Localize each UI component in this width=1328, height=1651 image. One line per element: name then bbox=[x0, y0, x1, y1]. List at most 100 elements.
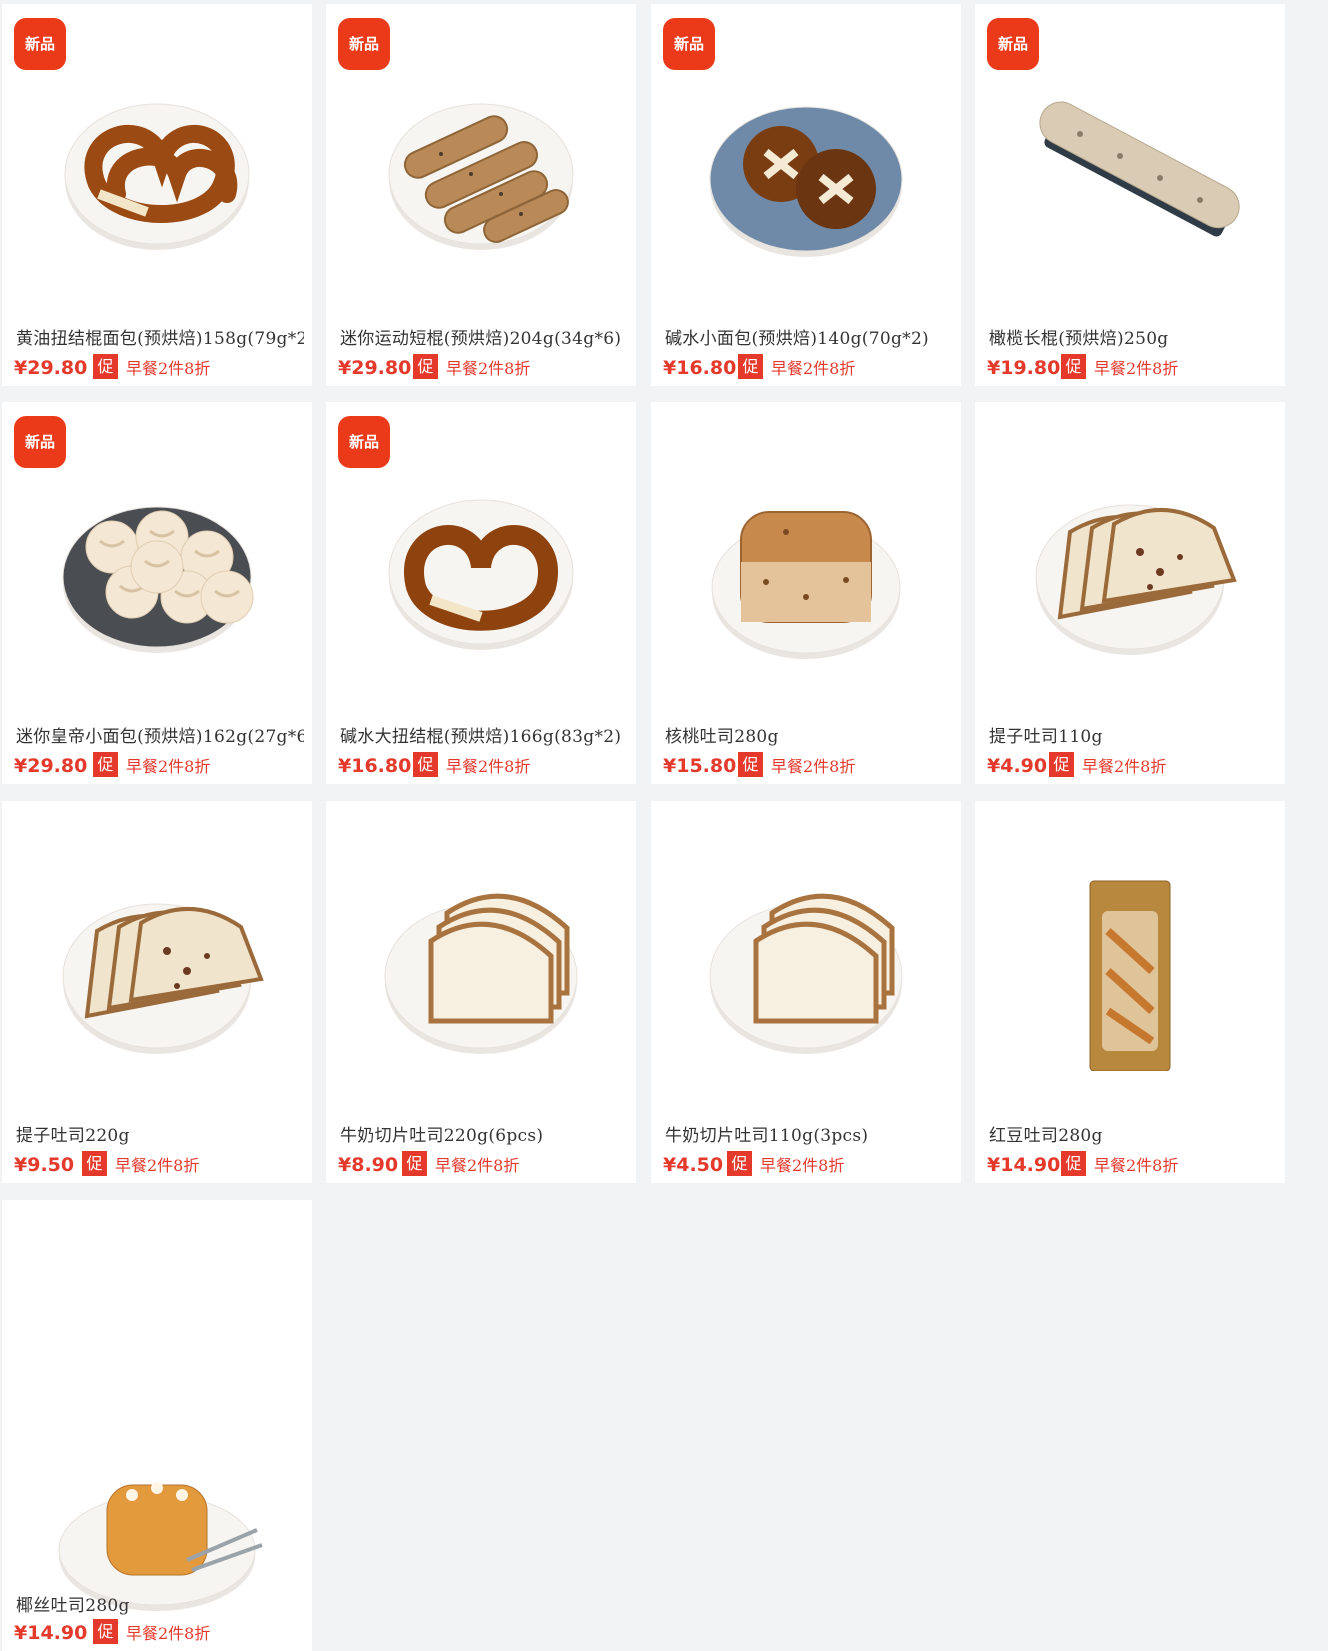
promo-tag: 促 bbox=[93, 752, 118, 777]
promo-tag: 促 bbox=[413, 752, 438, 777]
product-image[interactable] bbox=[975, 861, 1285, 1081]
product-price: ¥8.90 bbox=[338, 1154, 399, 1176]
promo-text: 早餐2件8折 bbox=[1082, 756, 1167, 776]
promo-info: 促早餐2件8折 bbox=[93, 354, 210, 379]
promo-tag: 促 bbox=[738, 752, 763, 777]
product-title[interactable]: 迷你皇帝小面包(预烘焙)162g(27g*6) bbox=[16, 722, 304, 747]
promo-info: 促早餐2件8折 bbox=[738, 752, 855, 777]
product-price: ¥14.90 bbox=[987, 1154, 1061, 1176]
product-card[interactable]: 新品 橄榄长棍(预烘焙)250g ¥19.80 促早餐2件8折 bbox=[975, 4, 1285, 386]
product-card[interactable]: 红豆吐司280g ¥14.90 促早餐2件8折 bbox=[975, 801, 1285, 1183]
product-image[interactable] bbox=[651, 861, 961, 1081]
product-image[interactable] bbox=[651, 64, 961, 284]
promo-info: 促早餐2件8折 bbox=[727, 1151, 844, 1176]
new-badge: 新品 bbox=[338, 18, 390, 70]
product-card[interactable]: 新品 黄油扭结棍面包(预烘焙)158g(79g*2) ¥29.80 促早餐2件8折 bbox=[2, 4, 312, 386]
promo-info: 促早餐2件8折 bbox=[738, 354, 855, 379]
promo-info: 促早餐2件8折 bbox=[1061, 354, 1178, 379]
promo-text: 早餐2件8折 bbox=[126, 1623, 211, 1643]
product-title[interactable]: 牛奶切片吐司220g(6pcs) bbox=[340, 1121, 628, 1146]
product-image[interactable] bbox=[326, 64, 636, 284]
product-image[interactable] bbox=[2, 861, 312, 1081]
promo-info: 促早餐2件8折 bbox=[1049, 752, 1166, 777]
promo-text: 早餐2件8折 bbox=[115, 1155, 200, 1175]
promo-info: 促早餐2件8折 bbox=[93, 752, 210, 777]
milk-slices-image bbox=[384, 893, 578, 1054]
promo-tag: 促 bbox=[413, 354, 438, 379]
product-card[interactable]: 新品 迷你运动短棍(预烘焙)204g(34g*6) ¥29.80 促早餐2件8折 bbox=[326, 4, 636, 386]
product-price: ¥29.80 bbox=[338, 357, 412, 379]
promo-tag: 促 bbox=[1049, 752, 1074, 777]
lye-rolls-image bbox=[709, 106, 903, 257]
promo-info: 促早餐2件8折 bbox=[413, 354, 530, 379]
promo-text: 早餐2件8折 bbox=[126, 358, 211, 378]
product-price: ¥16.80 bbox=[663, 357, 737, 379]
promo-info: 促早餐2件8折 bbox=[1061, 1151, 1178, 1176]
product-card[interactable]: 椰丝吐司280g ¥14.90 促早餐2件8折 bbox=[2, 1200, 312, 1651]
promo-text: 早餐2件8折 bbox=[446, 358, 531, 378]
new-badge: 新品 bbox=[987, 18, 1039, 70]
raisin-slices-image bbox=[62, 903, 264, 1054]
product-title[interactable]: 核桃吐司280g bbox=[665, 722, 953, 747]
promo-info: 促早餐2件8折 bbox=[93, 1619, 210, 1644]
product-price: ¥4.50 bbox=[663, 1154, 724, 1176]
pretzel-pair-image bbox=[64, 103, 250, 250]
product-card[interactable]: 新品 碱水小面包(预烘焙)140g(70g*2) ¥16.80 促早餐2件8折 bbox=[651, 4, 961, 386]
promo-info: 促早餐2件8折 bbox=[82, 1151, 199, 1176]
product-title[interactable]: 碱水大扭结棍(预烘焙)166g(83g*2) bbox=[340, 722, 628, 747]
olive-baguette-image bbox=[1039, 101, 1240, 237]
product-image[interactable] bbox=[2, 1430, 312, 1650]
walnut-loaf-image bbox=[711, 511, 901, 659]
product-title[interactable]: 牛奶切片吐司110g(3pcs) bbox=[665, 1121, 953, 1146]
promo-tag: 促 bbox=[93, 354, 118, 379]
product-card[interactable]: 提子吐司110g ¥4.90 促早餐2件8折 bbox=[975, 402, 1285, 784]
product-price: ¥15.80 bbox=[663, 755, 737, 777]
product-title[interactable]: 碱水小面包(预烘焙)140g(70g*2) bbox=[665, 324, 953, 349]
product-card[interactable]: 新品 迷你皇帝小面包(预烘焙)162g(27g*6) ¥29.80 促早餐2件8折 bbox=[2, 402, 312, 784]
product-card[interactable]: 牛奶切片吐司220g(6pcs) ¥8.90 促早餐2件8折 bbox=[326, 801, 636, 1183]
product-title[interactable]: 迷你运动短棍(预烘焙)204g(34g*6) bbox=[340, 324, 628, 349]
raisin-slices-image bbox=[1035, 504, 1237, 655]
product-price: ¥4.90 bbox=[987, 755, 1048, 777]
promo-text: 早餐2件8折 bbox=[771, 756, 856, 776]
product-card[interactable]: 新品 碱水大扭结棍(预烘焙)166g(83g*2) ¥16.80 促早餐2件8折 bbox=[326, 402, 636, 784]
product-image[interactable] bbox=[975, 64, 1285, 284]
product-image[interactable] bbox=[651, 462, 961, 682]
pretzel-single-image bbox=[388, 499, 574, 650]
product-price: ¥29.80 bbox=[14, 357, 88, 379]
product-card[interactable]: 核桃吐司280g ¥15.80 促早餐2件8折 bbox=[651, 402, 961, 784]
product-price: ¥9.50 bbox=[14, 1154, 75, 1176]
product-card[interactable]: 牛奶切片吐司110g(3pcs) ¥4.50 促早餐2件8折 bbox=[651, 801, 961, 1183]
product-price: ¥29.80 bbox=[14, 755, 88, 777]
product-price: ¥16.80 bbox=[338, 755, 412, 777]
kaiser-rolls-image bbox=[62, 506, 254, 653]
product-grid: 新品 黄油扭结棍面包(预烘焙)158g(79g*2) ¥29.80 促早餐2件8折新… bbox=[0, 0, 1328, 1651]
product-image[interactable] bbox=[326, 462, 636, 682]
promo-info: 促早餐2件8折 bbox=[413, 752, 530, 777]
promo-tag: 促 bbox=[402, 1151, 427, 1176]
promo-info: 促早餐2件8折 bbox=[402, 1151, 519, 1176]
promo-text: 早餐2件8折 bbox=[126, 756, 211, 776]
product-title[interactable]: 椰丝吐司280g bbox=[16, 1591, 304, 1616]
product-title[interactable]: 提子吐司220g bbox=[16, 1121, 304, 1146]
product-image[interactable] bbox=[2, 462, 312, 682]
red-bean-bag-image bbox=[1089, 880, 1171, 1071]
product-title[interactable]: 红豆吐司280g bbox=[989, 1121, 1277, 1146]
promo-tag: 促 bbox=[1061, 354, 1086, 379]
promo-text: 早餐2件8折 bbox=[760, 1155, 845, 1175]
product-image[interactable] bbox=[975, 462, 1285, 682]
promo-tag: 促 bbox=[727, 1151, 752, 1176]
promo-tag: 促 bbox=[93, 1619, 118, 1644]
new-badge: 新品 bbox=[14, 416, 66, 468]
product-title[interactable]: 提子吐司110g bbox=[989, 722, 1277, 747]
promo-text: 早餐2件8折 bbox=[446, 756, 531, 776]
product-title[interactable]: 橄榄长棍(预烘焙)250g bbox=[989, 324, 1277, 349]
promo-text: 早餐2件8折 bbox=[1094, 1155, 1179, 1175]
promo-tag: 促 bbox=[82, 1151, 107, 1176]
product-image[interactable] bbox=[2, 64, 312, 284]
product-image[interactable] bbox=[326, 861, 636, 1081]
product-title[interactable]: 黄油扭结棍面包(预烘焙)158g(79g*2) bbox=[16, 324, 304, 349]
new-badge: 新品 bbox=[663, 18, 715, 70]
product-price: ¥19.80 bbox=[987, 357, 1061, 379]
product-card[interactable]: 提子吐司220g ¥9.50 促早餐2件8折 bbox=[2, 801, 312, 1183]
